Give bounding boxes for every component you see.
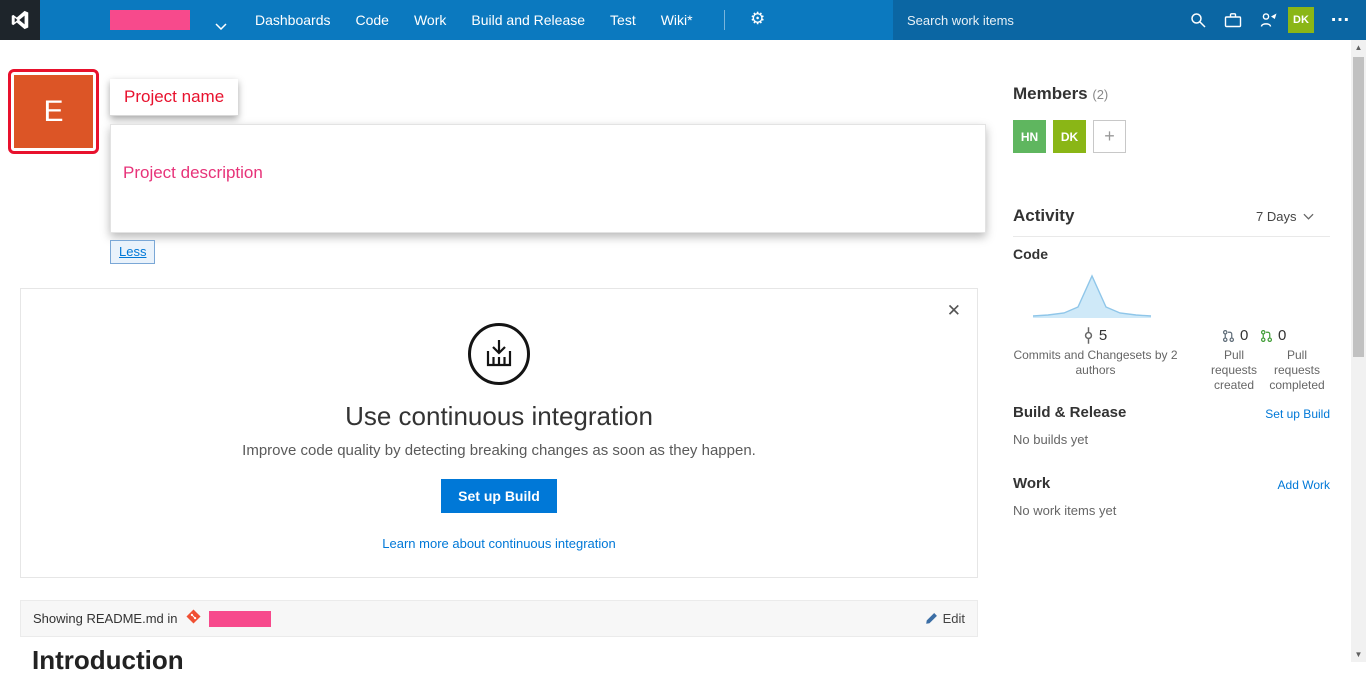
activity-title: Activity: [1013, 206, 1074, 226]
set-up-build-link[interactable]: Set up Build: [1265, 407, 1330, 421]
git-repo-icon: [186, 609, 201, 629]
project-description-annotation: Project description: [123, 163, 263, 183]
repo-name-redacted[interactable]: [209, 611, 271, 627]
code-activity-title: Code: [1013, 246, 1048, 262]
scroll-down-arrow-icon[interactable]: ▼: [1351, 647, 1366, 662]
members-title: Members (2): [1013, 84, 1108, 104]
commits-stat: 5: [1060, 327, 1130, 344]
pr-created-stat: 0: [1222, 327, 1248, 344]
continuous-integration-card: ✕ Use continuous integration Improve cod…: [20, 288, 978, 578]
project-avatar-letter: E: [14, 75, 93, 148]
add-work-link[interactable]: Add Work: [1278, 478, 1330, 492]
search-input[interactable]: [907, 8, 1182, 32]
set-up-build-button[interactable]: Set up Build: [441, 479, 557, 513]
no-builds-text: No builds yet: [1013, 432, 1088, 447]
nav-work[interactable]: Work: [414, 12, 446, 28]
members-count: (2): [1092, 87, 1108, 102]
less-link[interactable]: Less: [110, 240, 155, 264]
top-nav-bar: Dashboards Code Work Build and Release T…: [0, 0, 1366, 40]
commit-icon: [1083, 327, 1094, 344]
settings-gear-icon[interactable]: ⚙: [750, 9, 765, 29]
project-name-annotation: Project name: [110, 79, 238, 116]
work-title: Work: [1013, 475, 1050, 492]
more-options-icon[interactable]: …: [1330, 4, 1351, 27]
feedback-icon[interactable]: [1260, 12, 1278, 33]
readme-prefix: Showing README.md in: [33, 611, 178, 626]
project-avatar[interactable]: E: [8, 69, 99, 154]
scrollbar-thumb[interactable]: [1353, 57, 1364, 357]
ci-card-subtitle: Improve code quality by detecting breaki…: [21, 442, 977, 459]
nav-dashboards[interactable]: Dashboards: [255, 12, 331, 28]
pull-request-icon: [1222, 329, 1235, 343]
vsts-logo[interactable]: [0, 0, 40, 40]
build-release-title: Build & Release: [1013, 404, 1126, 421]
chevron-down-icon: [1303, 213, 1314, 220]
edit-readme-button[interactable]: Edit: [925, 611, 965, 626]
activity-divider: [1013, 236, 1330, 237]
topbar-right-section: DK …: [893, 0, 1366, 40]
marketplace-bag-icon[interactable]: [1224, 12, 1242, 33]
user-avatar[interactable]: DK: [1288, 7, 1314, 33]
pr-created-label: Pull requests created: [1205, 348, 1263, 393]
pr-completed-stat: 0: [1260, 327, 1286, 344]
pencil-icon: [925, 612, 938, 625]
project-selector-redacted[interactable]: [110, 10, 190, 30]
ci-card-title: Use continuous integration: [21, 401, 977, 432]
pull-request-completed-icon: [1260, 329, 1273, 343]
close-icon[interactable]: ✕: [947, 301, 961, 321]
vsts-logo-icon: [9, 9, 31, 31]
nav-separator: [724, 10, 725, 30]
commits-sparkline-chart: [1032, 266, 1152, 324]
top-nav-items: Dashboards Code Work Build and Release T…: [255, 0, 693, 40]
activity-range-dropdown[interactable]: 7 Days: [1256, 209, 1314, 224]
readme-bar: Showing README.md in Edit: [20, 600, 978, 637]
add-member-button[interactable]: +: [1093, 120, 1126, 153]
nav-wiki[interactable]: Wiki*: [661, 12, 693, 28]
member-avatar-dk[interactable]: DK: [1053, 120, 1086, 153]
project-description-box[interactable]: Project description: [110, 124, 986, 233]
pr-completed-label: Pull requests completed: [1263, 348, 1331, 393]
commits-label: Commits and Changesets by 2 authors: [1008, 348, 1183, 378]
learn-more-link[interactable]: Learn more about continuous integration: [21, 536, 977, 551]
build-archive-icon: [468, 323, 530, 385]
scroll-up-arrow-icon[interactable]: ▲: [1351, 40, 1366, 55]
nav-code[interactable]: Code: [356, 12, 389, 28]
nav-build-and-release[interactable]: Build and Release: [471, 12, 585, 28]
readme-heading: Introduction: [32, 645, 184, 676]
nav-test[interactable]: Test: [610, 12, 636, 28]
chevron-down-icon[interactable]: [215, 17, 227, 35]
member-avatar-hn[interactable]: HN: [1013, 120, 1046, 153]
vertical-scrollbar[interactable]: ▲ ▼: [1351, 40, 1366, 662]
search-icon[interactable]: [1190, 12, 1206, 33]
no-work-items-text: No work items yet: [1013, 503, 1116, 518]
